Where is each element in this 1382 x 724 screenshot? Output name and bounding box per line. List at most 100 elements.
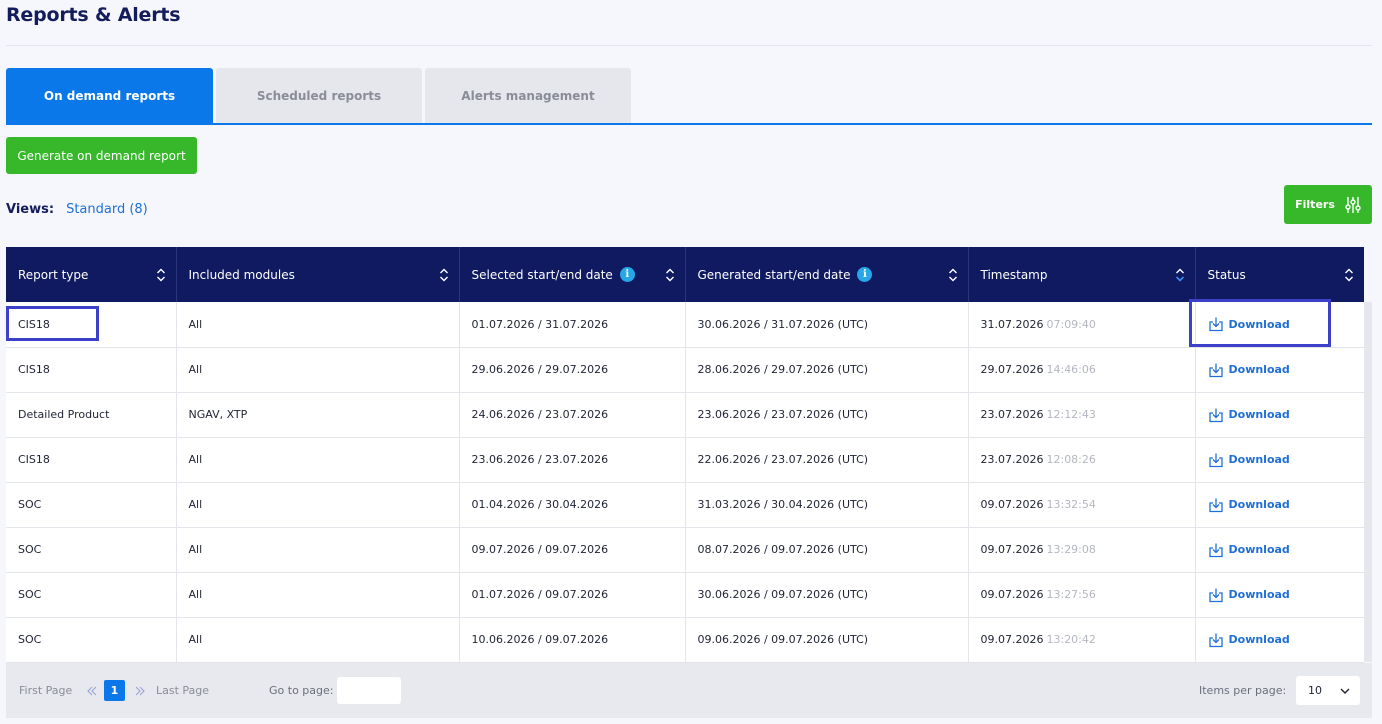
download-icon: [1208, 543, 1223, 557]
download-icon: [1208, 588, 1223, 602]
cell-included-modules: All: [176, 482, 460, 528]
cell-report-type: SOC: [6, 527, 177, 573]
cell-generated-dates: 28.06.2026 / 29.07.2026 (UTC): [685, 347, 969, 393]
download-link[interactable]: Download: [1208, 316, 1353, 332]
column-header-selected-dates[interactable]: Selected start/end date i: [459, 247, 686, 302]
download-icon: [1208, 317, 1223, 332]
table-scrollbar[interactable]: [1364, 302, 1372, 662]
page-number-current[interactable]: 1: [104, 680, 125, 701]
table-row: Detailed Product NGAV, XTP 24.06.2026 / 23…: [6, 392, 1364, 438]
table-row: SOC All 01.07.2026 / 09.07.2026 30.06.2026 …: [6, 572, 1364, 618]
cell-included-modules: NGAV, XTP: [176, 392, 460, 438]
download-link[interactable]: Download: [1208, 407, 1353, 423]
cell-generated-dates: 23.06.2026 / 23.07.2026 (UTC): [685, 392, 969, 438]
cell-report-type: SOC: [6, 482, 177, 528]
table-header-row: Report type Included modules Selected st…: [6, 247, 1364, 302]
cell-selected-dates: 09.07.2026 / 09.07.2026: [459, 527, 686, 573]
download-link[interactable]: Download: [1208, 542, 1353, 558]
download-link[interactable]: Download: [1208, 632, 1353, 648]
download-label: Download: [1228, 588, 1290, 601]
go-to-page-input[interactable]: [337, 677, 401, 704]
cell-generated-dates: 08.07.2026 / 09.07.2026 (UTC): [685, 527, 969, 573]
download-label: Download: [1228, 453, 1290, 466]
cell-timestamp: 23.07.2026 12:12:43: [968, 392, 1196, 438]
column-header-generated-dates[interactable]: Generated start/end date i: [685, 247, 969, 302]
last-page-link[interactable]: Last Page: [156, 663, 209, 718]
cell-generated-dates: 30.06.2026 / 09.07.2026 (UTC): [685, 572, 969, 618]
timestamp-time: 12:12:43: [1046, 408, 1096, 421]
download-label: Download: [1228, 543, 1290, 556]
cell-status: Download: [1195, 482, 1364, 528]
cell-status: Download: [1195, 437, 1364, 483]
first-page-link[interactable]: First Page: [19, 663, 72, 718]
cell-timestamp: 31.07.2026 07:09:40: [968, 302, 1196, 348]
column-header-included-modules[interactable]: Included modules: [176, 247, 460, 302]
table-row: SOC All 10.06.2026 / 09.07.2026 09.06.2026 …: [6, 617, 1364, 663]
cell-selected-dates: 10.06.2026 / 09.07.2026: [459, 617, 686, 663]
items-per-page-label: Items per page:: [1199, 684, 1287, 697]
timestamp-date: 23.07.2026: [980, 453, 1044, 466]
timestamp-time: 12:08:26: [1046, 453, 1096, 466]
cell-report-type: Detailed Product: [6, 392, 177, 438]
cell-report-type: CIS18: [6, 347, 177, 393]
sort-icon[interactable]: [948, 268, 958, 282]
cell-report-type: SOC: [6, 617, 177, 663]
sort-icon[interactable]: [665, 268, 675, 282]
filters-button[interactable]: Filters: [1284, 185, 1372, 224]
timestamp-date: 09.07.2026: [980, 588, 1044, 601]
table-row: CIS18 All 01.07.2026 / 31.07.2026 30.06.202…: [6, 302, 1364, 348]
download-icon: [1208, 633, 1223, 647]
timestamp-date: 09.07.2026: [980, 543, 1044, 556]
column-header-status[interactable]: Status: [1195, 247, 1364, 302]
next-page-icon[interactable]: [134, 663, 146, 718]
sort-icon[interactable]: [439, 268, 449, 282]
tab-underline: [6, 123, 1372, 125]
cell-report-type: SOC: [6, 572, 177, 618]
info-icon[interactable]: i: [619, 267, 635, 282]
tab-bar: On demand reports Scheduled reports Aler…: [6, 68, 631, 123]
sort-icon[interactable]: [1175, 268, 1185, 282]
timestamp-date: 09.07.2026: [980, 498, 1044, 511]
views-standard-link[interactable]: Standard (8): [66, 202, 148, 217]
table-row: SOC All 09.07.2026 / 09.07.2026 08.07.2026 …: [6, 527, 1364, 573]
download-link[interactable]: Download: [1208, 497, 1353, 513]
cell-status: Download: [1195, 617, 1364, 663]
download-label: Download: [1228, 317, 1290, 331]
info-icon[interactable]: i: [857, 267, 873, 282]
column-header-report-type[interactable]: Report type: [6, 247, 177, 302]
cell-selected-dates: 29.06.2026 / 29.07.2026: [459, 347, 686, 393]
reports-table-container: Report type Included modules Selected st…: [6, 247, 1372, 663]
timestamp-time: 13:20:42: [1046, 633, 1096, 646]
cell-status: Download: [1195, 527, 1364, 573]
cell-status: Download: [1195, 572, 1364, 618]
download-link[interactable]: Download: [1208, 452, 1353, 468]
sliders-icon: [1345, 196, 1361, 213]
timestamp-time: 13:32:54: [1046, 498, 1096, 511]
views-label: Views:: [6, 202, 55, 217]
views-selector: Views: Standard (8): [6, 202, 148, 217]
table-row: SOC All 01.04.2026 / 30.04.2026 31.03.2026 …: [6, 482, 1364, 528]
download-label: Download: [1228, 498, 1290, 511]
items-per-page-select[interactable]: 10: [1296, 676, 1360, 705]
download-link[interactable]: Download: [1208, 587, 1353, 603]
download-link[interactable]: Download: [1208, 362, 1353, 378]
cell-status: Download: [1195, 392, 1364, 438]
generate-report-button[interactable]: Generate on demand report: [6, 137, 197, 174]
tab-scheduled-reports[interactable]: Scheduled reports: [216, 68, 422, 123]
sort-icon[interactable]: [156, 268, 166, 282]
cell-report-type: CIS18: [6, 302, 177, 348]
filters-label: Filters: [1295, 198, 1335, 211]
download-icon: [1208, 408, 1223, 422]
table-row: CIS18 All 29.06.2026 / 29.07.2026 28.06.202…: [6, 347, 1364, 393]
cell-selected-dates: 24.06.2026 / 23.07.2026: [459, 392, 686, 438]
prev-page-icon[interactable]: [86, 663, 98, 718]
cell-timestamp: 09.07.2026 13:29:08: [968, 527, 1196, 573]
download-icon: [1208, 363, 1223, 377]
sort-icon[interactable]: [1344, 268, 1354, 282]
tab-alerts-management[interactable]: Alerts management: [425, 68, 631, 123]
timestamp-time: 07:09:40: [1046, 317, 1096, 331]
tab-on-demand-reports[interactable]: On demand reports: [6, 68, 213, 123]
cell-included-modules: All: [176, 347, 460, 393]
column-header-timestamp[interactable]: Timestamp: [968, 247, 1196, 302]
items-per-page-value: 10: [1308, 684, 1322, 697]
